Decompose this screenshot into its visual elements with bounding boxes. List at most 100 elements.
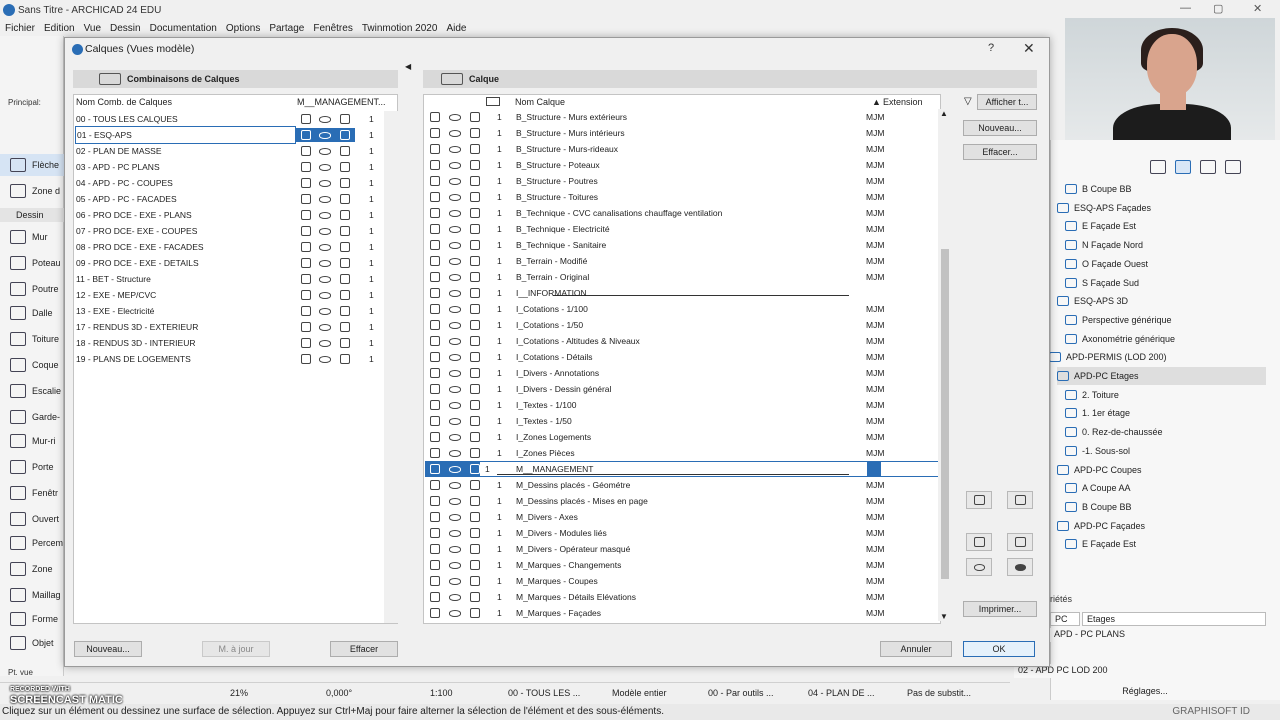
print-button[interactable]: Imprimer... [963, 601, 1037, 617]
lock-icon[interactable] [430, 480, 440, 490]
lock-icon[interactable] [301, 226, 311, 236]
collapse-arrow-icon[interactable]: ◀ [405, 62, 411, 71]
section-dessin[interactable]: Dessin [0, 208, 64, 222]
layer-intersection-number[interactable]: 1 [485, 461, 490, 477]
scroll-down-icon[interactable]: ▼ [940, 612, 948, 621]
tool-item[interactable]: Fenêtr [0, 482, 64, 504]
lock-icon[interactable] [301, 210, 311, 220]
eye-icon[interactable] [449, 610, 461, 617]
prop-value[interactable]: Etages [1082, 612, 1266, 626]
tool-item[interactable]: Percem [0, 532, 64, 554]
tool-item[interactable]: Zone [0, 558, 64, 580]
left-scrollbar[interactable] [384, 111, 398, 623]
layer-state-icon[interactable] [470, 128, 480, 138]
eye-icon[interactable] [449, 242, 461, 249]
publisher-icon[interactable] [1225, 160, 1241, 174]
lock-icon[interactable] [430, 608, 440, 618]
navigator-item[interactable]: APD-PC Coupes [1057, 461, 1266, 479]
eye-icon[interactable] [449, 322, 461, 329]
eye-icon[interactable] [319, 276, 331, 283]
layer-intersection-number[interactable]: 1 [497, 589, 502, 605]
layer-row[interactable]: 1 I_Divers - Dessin général MJM [425, 381, 941, 397]
eye-icon[interactable] [449, 146, 461, 153]
layer-intersection-number[interactable]: 1 [497, 109, 502, 125]
eye-icon[interactable] [319, 212, 331, 219]
layer-state-icon[interactable] [340, 306, 350, 316]
tool-item[interactable]: Ouvert [0, 508, 64, 530]
navigator-item[interactable]: N Façade Nord [1065, 236, 1266, 254]
menu-item[interactable]: Partage [269, 23, 304, 34]
col-combo-name[interactable]: Nom Comb. de Calques [76, 97, 172, 107]
layer-state-icon[interactable] [470, 544, 480, 554]
combination-row[interactable]: 12 - EXE - MEP/CVC 1 [75, 287, 395, 303]
lock-icon[interactable] [301, 146, 311, 156]
layer-row[interactable]: 1 B_Technique - CVC canalisations chauffa… [425, 205, 941, 221]
layer-intersection-number[interactable]: 1 [497, 205, 502, 221]
navigator-item[interactable]: O Façade Ouest [1065, 255, 1266, 273]
lock-icon[interactable] [301, 322, 311, 332]
lock-icon[interactable] [430, 352, 440, 362]
layer-state-icon[interactable] [470, 208, 480, 218]
layer-intersection-number[interactable]: 1 [497, 333, 502, 349]
show-button[interactable] [966, 558, 992, 576]
combination-row[interactable]: 05 - APD - PC - FACADES 1 [75, 191, 395, 207]
combination-row[interactable]: 09 - PRO DCE - EXE - DETAILS 1 [75, 255, 395, 271]
lock-icon[interactable] [430, 176, 440, 186]
maximize-icon[interactable]: ▢ [1213, 2, 1223, 15]
menu-item[interactable]: Vue [84, 23, 101, 34]
layer-row[interactable]: 1 B_Technique - Sanitaire MJM [425, 237, 941, 253]
layer-row[interactable]: 1 B_Technique - Electricité MJM [425, 221, 941, 237]
layer-intersection-number[interactable]: 1 [497, 445, 502, 461]
layer-row[interactable]: 1 I__INFORMATION [425, 285, 941, 301]
navigator-item[interactable]: 1. 1er étage [1065, 404, 1266, 422]
lock-icon[interactable] [430, 416, 440, 426]
substitution-value[interactable]: Pas de substit... [907, 688, 971, 698]
layer-state-icon[interactable] [470, 496, 480, 506]
eye-icon[interactable] [449, 386, 461, 393]
layer-state-icon[interactable] [470, 400, 480, 410]
navigator-item[interactable]: E Façade Est [1065, 217, 1266, 235]
zoom-value[interactable]: 21% [230, 688, 248, 698]
eye-icon[interactable] [449, 578, 461, 585]
layer-row[interactable]: 1 B_Structure - Toitures MJM [425, 189, 941, 205]
layer-state-icon[interactable] [340, 210, 350, 220]
eye-icon[interactable] [449, 562, 461, 569]
eye-icon[interactable] [319, 260, 331, 267]
navigator-item[interactable]: E Façade Est [1065, 535, 1266, 553]
layer-state-icon[interactable] [470, 144, 480, 154]
layer-row[interactable]: 1 M_Marques - Façades MJM [425, 605, 941, 621]
navigator-item[interactable]: A Coupe AA [1065, 479, 1266, 497]
eye-icon[interactable] [449, 450, 461, 457]
layer-row[interactable]: 1 I_Zones Pièces MJM [425, 445, 941, 461]
eye-icon[interactable] [449, 354, 461, 361]
eye-icon[interactable] [319, 228, 331, 235]
new-layer-button[interactable]: Nouveau... [963, 120, 1037, 136]
ok-button[interactable]: OK [963, 641, 1035, 657]
eye-icon[interactable] [449, 130, 461, 137]
layer-row[interactable]: 1 I_Zones Logements MJM [425, 429, 941, 445]
lock-icon[interactable] [430, 256, 440, 266]
lock-icon[interactable] [301, 290, 311, 300]
navigator-item[interactable]: ESQ-APS 3D [1057, 292, 1266, 310]
combination-row[interactable]: 19 - PLANS DE LOGEMENTS 1 [75, 351, 395, 367]
navigator-item[interactable]: APD-PC Etages [1057, 367, 1266, 385]
tool-item[interactable]: Escalie [0, 380, 64, 402]
combination-row[interactable]: 02 - PLAN DE MASSE 1 [75, 143, 395, 159]
layer-state-icon[interactable] [470, 240, 480, 250]
angle-value[interactable]: 0,000° [326, 688, 352, 698]
layer-state-icon[interactable] [470, 272, 480, 282]
layer-intersection-number[interactable]: 1 [497, 285, 502, 301]
layer-intersection-number[interactable]: 1 [497, 573, 502, 589]
layer-intersection-number[interactable]: 1 [497, 525, 502, 541]
copy-layers-button[interactable] [1007, 491, 1033, 509]
layer-intersection-number[interactable]: 1 [497, 349, 502, 365]
lock-icon[interactable] [430, 496, 440, 506]
lock-icon[interactable] [430, 448, 440, 458]
layer-row[interactable]: 1 M_Divers - Opérateur masqué MJM [425, 541, 941, 557]
cancel-button[interactable]: Annuler [880, 641, 952, 657]
eye-icon[interactable] [319, 148, 331, 155]
layer-intersection-number[interactable]: 1 [497, 253, 502, 269]
navigator-item[interactable]: Axonométrie générique [1065, 330, 1266, 348]
layer-row[interactable]: 1 I_Cotations - 1/50 MJM [425, 317, 941, 333]
layer-intersection-number[interactable]: 1 [497, 301, 502, 317]
